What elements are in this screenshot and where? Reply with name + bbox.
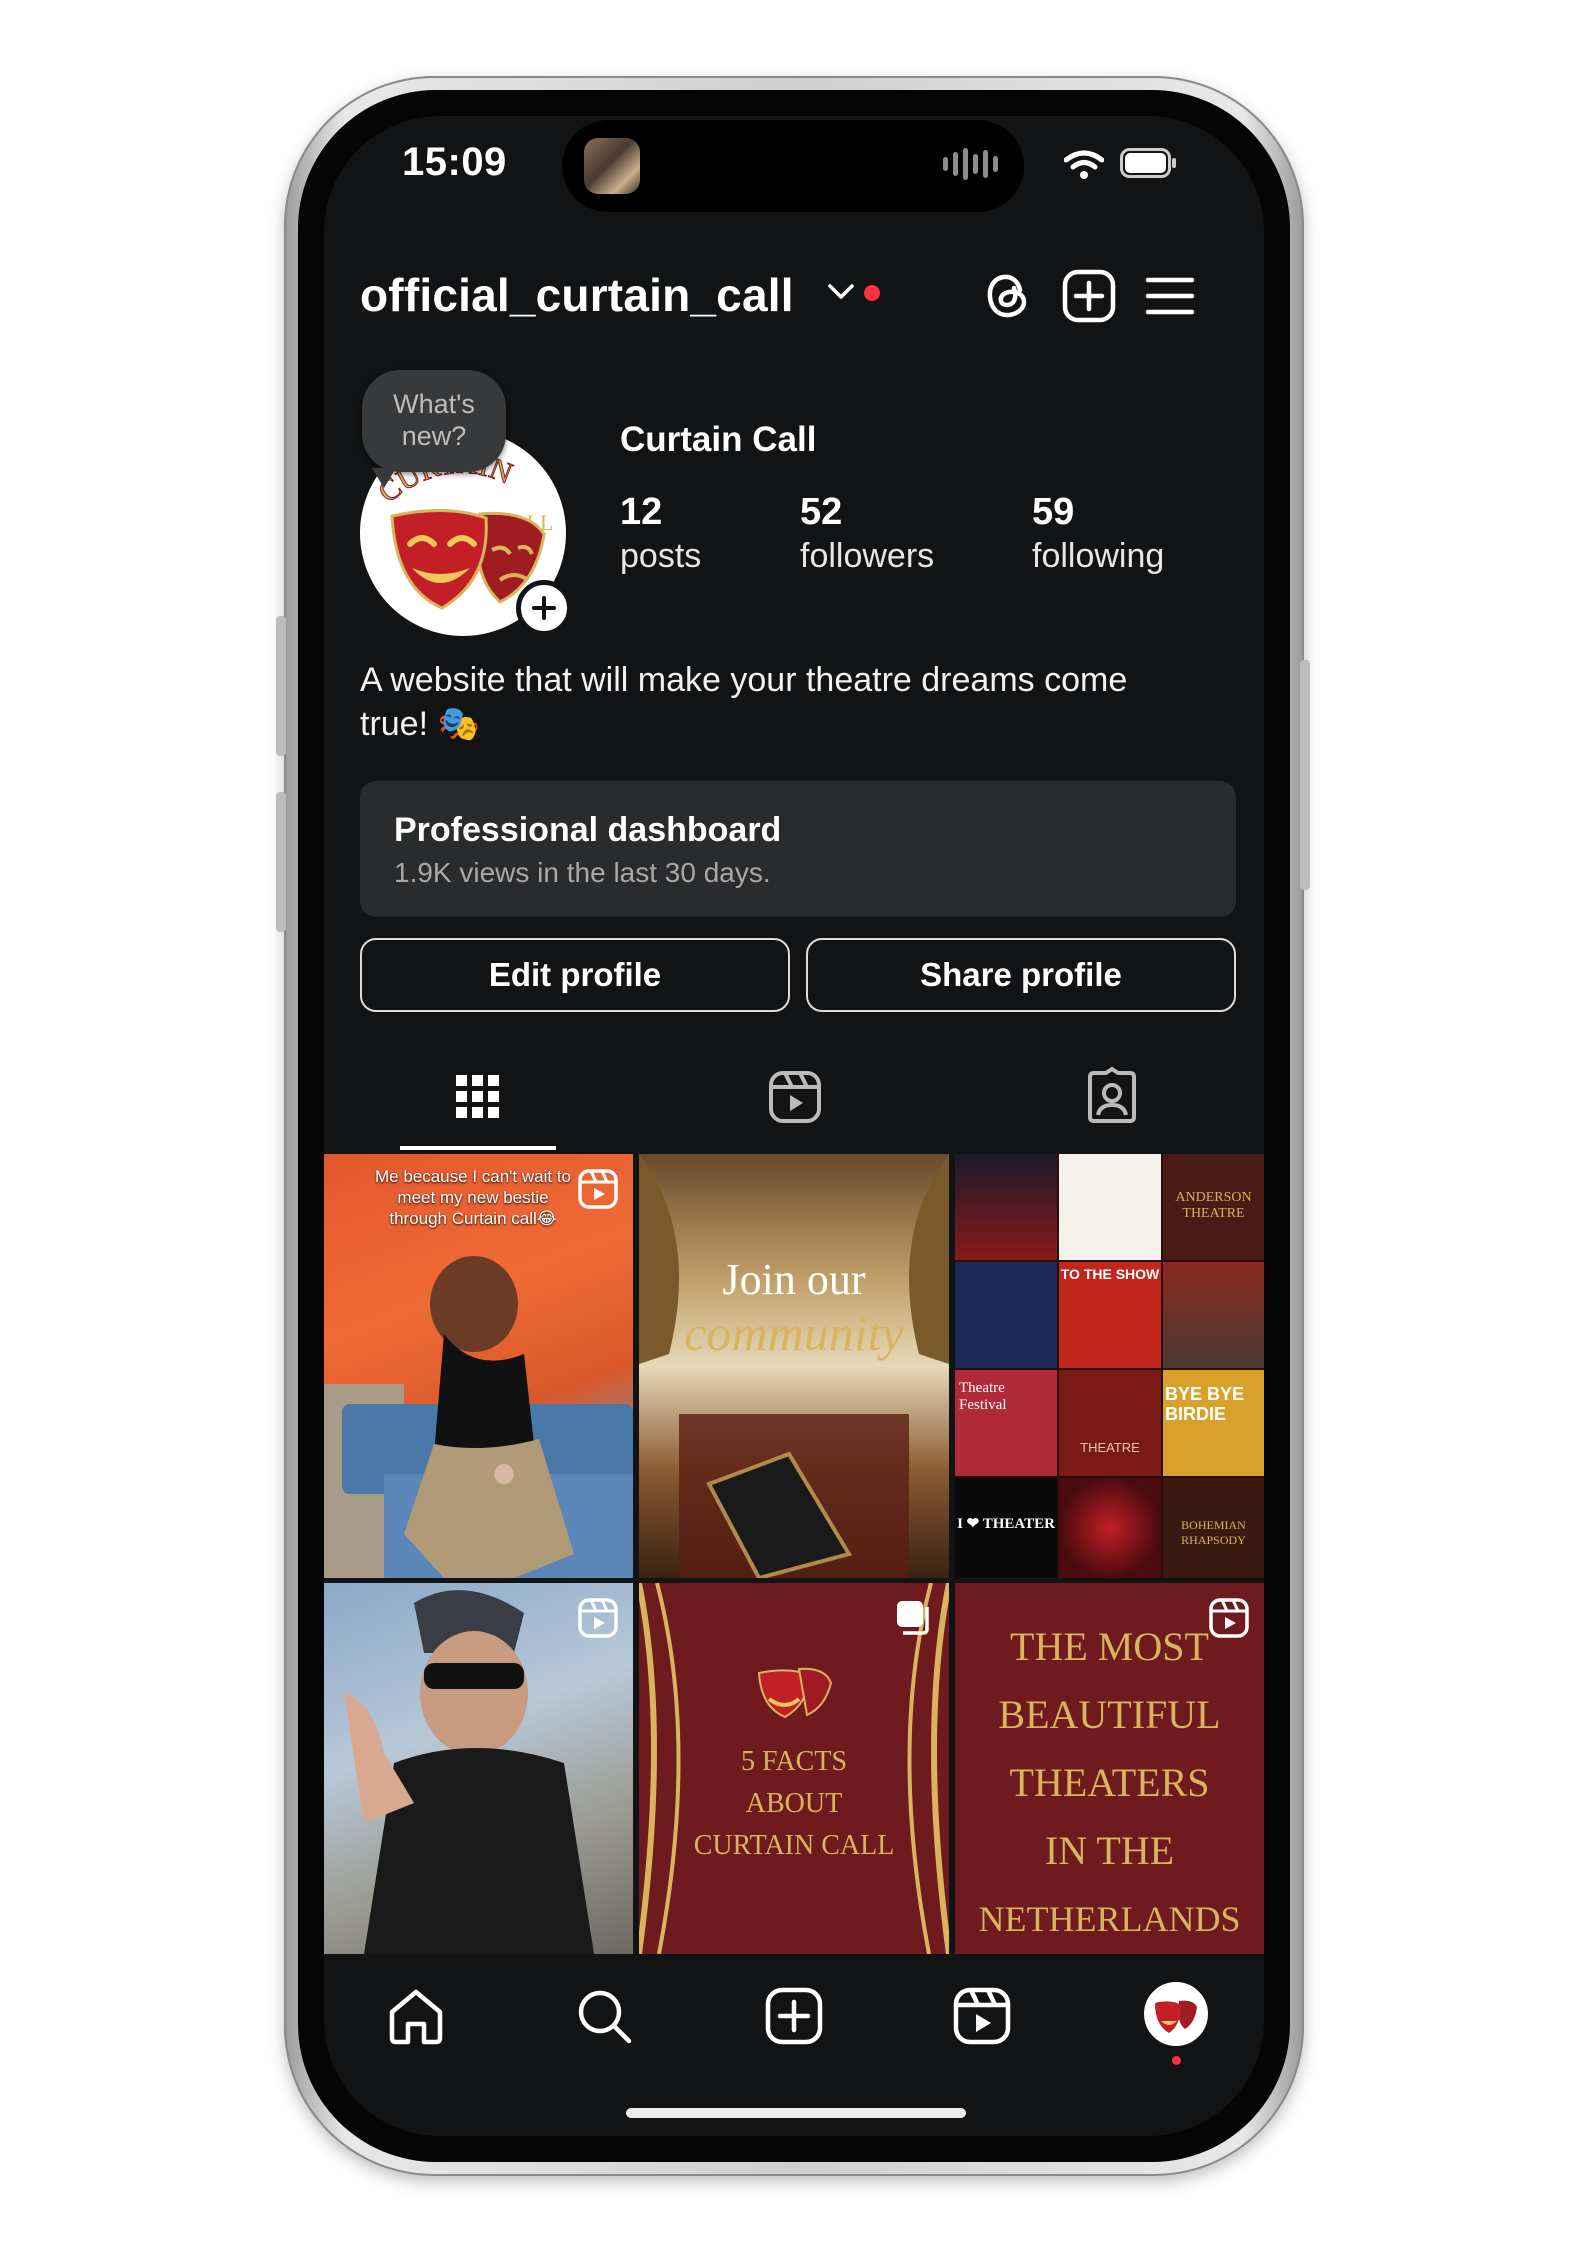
action-button <box>276 616 286 756</box>
carousel-icon <box>897 1601 929 1635</box>
collage-cell-i-love-theater: I ❤ THEATER <box>955 1478 1057 1578</box>
post-tile[interactable]: ANDERSON THEATRE TO THE SHOW Theatre Fes… <box>955 1154 1264 1578</box>
stat-following[interactable]: 59 following <box>1032 490 1164 578</box>
collage-cell-festival: Theatre Festival <box>955 1370 1057 1476</box>
volume-down-button <box>276 792 286 932</box>
grid-icon[interactable] <box>448 1067 508 1127</box>
dashboard-subtitle: 1.9K views in the last 30 days. <box>394 857 771 888</box>
collage-cell <box>955 1154 1057 1260</box>
account-username[interactable]: official_curtain_call <box>360 268 794 322</box>
collage-cell-to-the-show: TO THE SHOW <box>1059 1262 1161 1368</box>
post-title-line2: community <box>684 1305 904 1361</box>
post-title: THE MOST BEAUTIFUL THEATERS IN THE NETHE… <box>955 1613 1264 1953</box>
search-icon[interactable] <box>572 1984 636 2048</box>
post-title-line: IN THE <box>1044 1828 1175 1873</box>
post-title-line: THEATERS <box>1009 1760 1210 1805</box>
reel-icon <box>578 1169 618 1209</box>
home-icon[interactable] <box>384 1984 448 2048</box>
followers-count: 52 <box>800 491 843 533</box>
audio-wave-icon <box>943 148 998 180</box>
post-tile[interactable]: Me because I can't wait to meet my new b… <box>324 1154 633 1578</box>
stat-followers[interactable]: 52 followers <box>800 490 934 578</box>
post-tile[interactable]: 5 FACTS ABOUT CURTAIN CALL <box>639 1583 949 1954</box>
post-title-line: ABOUT <box>745 1788 843 1819</box>
share-profile-button[interactable]: Share profile <box>806 938 1236 1012</box>
following-label: following <box>1032 537 1165 575</box>
collage-cell-theatre: THEATRE <box>1059 1370 1161 1476</box>
menu-icon[interactable] <box>1142 268 1198 324</box>
professional-dashboard[interactable]: Professional dashboard 1.9K views in the… <box>360 781 1236 917</box>
reel-icon <box>1209 1598 1249 1638</box>
now-playing-thumbnail[interactable] <box>584 138 640 194</box>
dynamic-island[interactable] <box>562 120 1024 212</box>
display-name: Curtain Call <box>620 420 817 459</box>
profile-bio: A website that will make your theatre dr… <box>360 661 1128 743</box>
tagged-icon[interactable] <box>1082 1067 1142 1127</box>
active-tab-indicator <box>400 1146 556 1150</box>
bubble-line-2: new? <box>401 421 467 451</box>
create-post-icon[interactable] <box>1061 268 1117 324</box>
create-icon[interactable] <box>762 1984 826 2048</box>
reels-icon[interactable] <box>950 1984 1014 2048</box>
dashboard-title: Professional dashboard <box>394 811 782 849</box>
followers-label: followers <box>800 537 935 575</box>
battery-icon <box>1120 148 1176 178</box>
posts-count: 12 <box>620 491 663 533</box>
power-button <box>1300 660 1310 890</box>
post-title-line: CURTAIN CALL <box>693 1830 895 1861</box>
plus-icon <box>532 596 556 620</box>
wifi-icon <box>1064 150 1104 179</box>
collage-cell <box>955 1262 1057 1368</box>
collage-cell-bye-bye-birdie: BYE BYE BIRDIE <box>1163 1370 1264 1476</box>
status-time: 15:09 <box>402 140 507 184</box>
post-tile[interactable]: Join our community <box>639 1154 949 1578</box>
post-title-line1: Join our <box>722 1255 866 1304</box>
collage-cell <box>1059 1478 1161 1578</box>
post-caption: Me because I can't wait to meet my new b… <box>374 1167 571 1228</box>
notification-dot <box>1172 2056 1181 2065</box>
stat-posts[interactable]: 12 posts <box>620 490 701 578</box>
bubble-line-1: What's <box>393 389 475 419</box>
collage-cell <box>1163 1262 1264 1368</box>
notification-dot <box>864 285 880 301</box>
whats-new-bubble[interactable]: What's new? <box>362 370 506 472</box>
following-count: 59 <box>1032 491 1075 533</box>
posts-label: posts <box>620 537 702 575</box>
chevron-down-icon[interactable] <box>826 280 856 304</box>
post-title-line: 5 FACTS <box>740 1746 848 1777</box>
post-title-line: BEAUTIFUL <box>998 1692 1221 1737</box>
post-tile[interactable]: THE MOST BEAUTIFUL THEATERS IN THE NETHE… <box>955 1583 1264 1954</box>
theatre-masks-icon <box>1155 2000 1197 2033</box>
add-story-button[interactable] <box>516 580 572 636</box>
theatre-interior-photo <box>639 1154 949 1578</box>
post-title: 5 FACTS ABOUT CURTAIN CALL <box>639 1741 949 1867</box>
collage-cell <box>1059 1154 1161 1260</box>
collage-cell-bohemian-rhapsody: BOHEMIAN RHAPSODY <box>1163 1478 1264 1578</box>
profile-nav-avatar[interactable] <box>1144 1982 1208 2046</box>
post-title-line: NETHERLANDS <box>978 1899 1241 1939</box>
home-indicator[interactable] <box>626 2108 966 2118</box>
reel-icon <box>578 1598 618 1638</box>
reels-tab-icon[interactable] <box>765 1067 825 1127</box>
edit-profile-button[interactable]: Edit profile <box>360 938 790 1012</box>
screen: 15:09 official_curtain_call CURTAIN CALL <box>324 116 1264 2136</box>
threads-icon[interactable] <box>980 268 1036 324</box>
collage-cell-anderson: ANDERSON THEATRE <box>1163 1154 1264 1260</box>
post-tile[interactable] <box>324 1583 633 1954</box>
